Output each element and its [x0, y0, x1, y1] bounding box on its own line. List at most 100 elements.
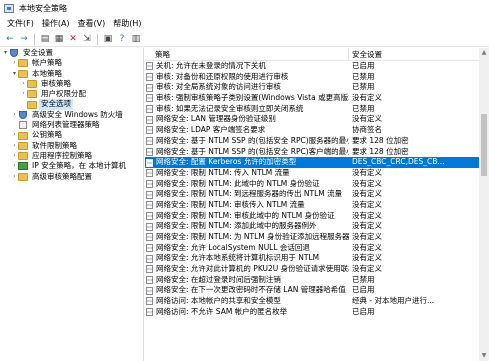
- column-header-setting[interactable]: 安全设置: [349, 48, 489, 60]
- tree-item[interactable]: › 审核策略: [0, 79, 143, 89]
- tree-item[interactable]: 网络列表管理器策略: [0, 120, 143, 130]
- policy-setting: 没有定义: [352, 189, 382, 199]
- policy-name-cell: 网络安全: 允许本地系统将计算机标识用于 NTLM: [145, 253, 349, 264]
- expand-arrow-icon[interactable]: ▾: [2, 48, 9, 58]
- tree-item-label: 安全设置: [23, 48, 53, 57]
- policy-setting: 没有定义: [352, 221, 382, 231]
- policy-row[interactable]: 审核: 强制审核策略子类别设置(Windows Vista 或更高版本)... 没…: [145, 93, 479, 104]
- menu-help[interactable]: 帮助(H): [109, 17, 145, 31]
- policy-row[interactable]: 审核: 如果无法记录安全审核则立即关闭系统 已禁用: [145, 104, 479, 115]
- tree-item[interactable]: ▾ 本地策略: [0, 69, 143, 79]
- policy-row[interactable]: 网络安全: 允许本地系统将计算机标识用于 NTLM 没有定义: [145, 253, 479, 264]
- menu-view[interactable]: 查看(V): [74, 17, 110, 31]
- export-list-button[interactable]: ⇲: [80, 33, 94, 46]
- expand-arrow-icon[interactable]: ›: [20, 79, 27, 89]
- policy-name-cell: 网络安全: 限制 NTLM: 到远程服务器的传出 NTLM 流量: [145, 189, 349, 200]
- policy-row[interactable]: 审核: 对全局系统对象的访问进行审核 已禁用: [145, 82, 479, 93]
- expand-arrow-icon[interactable]: ›: [11, 58, 18, 68]
- delete-button[interactable]: ✕: [66, 33, 80, 46]
- policy-name: 网络安全: 限制 NTLM: 此域中的 NTLM 身份验证: [156, 178, 320, 188]
- tree-item[interactable]: › 软件限制策略: [0, 141, 143, 151]
- policy-row[interactable]: 网络安全: 限制 NTLM: 此域中的 NTLM 身份验证 没有定义: [145, 179, 479, 190]
- show-tree-button[interactable]: ▦: [52, 33, 66, 46]
- folder-icon: [27, 90, 37, 99]
- scroll-down-arrow-icon[interactable]: ▼: [479, 351, 489, 361]
- policy-row[interactable]: 网络安全: LAN 管理器身份验证级别 没有定义: [145, 114, 479, 125]
- expand-arrow-icon[interactable]: ›: [11, 161, 18, 171]
- scrollbar-thumb[interactable]: [481, 114, 487, 176]
- policy-setting: 已启用: [352, 285, 375, 295]
- policy-icon: [146, 308, 153, 317]
- folder-icon: [18, 152, 28, 161]
- tree-item[interactable]: › IP 安全策略，在 本地计算机: [0, 161, 143, 171]
- policy-icon: [146, 222, 153, 231]
- tree-item[interactable]: › 帐户策略: [0, 58, 143, 68]
- shield-icon: [10, 49, 18, 58]
- expand-arrow-icon[interactable]: ›: [11, 130, 18, 140]
- tree-item[interactable]: 安全选项: [0, 99, 143, 110]
- toolbar-separator: [34, 33, 35, 45]
- policy-row[interactable]: 网络安全: 基于 NTLM SSP 的(包括安全 RPC)客户端的最小... 要求…: [145, 147, 479, 158]
- policy-name: 网络安全: 限制 NTLM: 审核传入 NTLM 流量: [156, 199, 305, 209]
- policy-name-cell: 网络安全: 限制 NTLM: 审核此域中的 NTLM 身份验证: [145, 211, 349, 222]
- tree-item[interactable]: › 高级审核策略配置: [0, 172, 143, 182]
- expand-arrow-icon[interactable]: ›: [11, 141, 18, 151]
- folder-icon: [18, 131, 28, 140]
- menu-action[interactable]: 操作(A): [38, 17, 74, 31]
- policy-row[interactable]: 网络安全: 允许对此计算机的 PKU2U 身份验证请求使用联机... 没有定义: [145, 264, 479, 275]
- view-button[interactable]: ▥: [129, 33, 143, 46]
- tree-item-label: 高级审核策略配置: [32, 171, 92, 181]
- folder-icon: [18, 59, 28, 68]
- policy-row[interactable]: 网络安全: 在超过登录时间后强制注销 已禁用: [145, 275, 479, 286]
- policy-row[interactable]: 审核: 对备份和还原权限的使用进行审核 已禁用: [145, 72, 479, 83]
- policy-icon: [146, 169, 153, 178]
- policy-setting: 已禁用: [352, 274, 375, 284]
- expand-arrow-icon[interactable]: ›: [11, 110, 18, 120]
- policy-row[interactable]: 网络安全: LDAP 客户端签名要求 协商签名: [145, 125, 479, 136]
- policy-setting: 没有定义: [352, 167, 382, 177]
- policy-row[interactable]: 网络安全: 允许 LocalSystem NULL 会话回退 没有定义: [145, 243, 479, 254]
- expand-arrow-icon[interactable]: ›: [20, 89, 27, 99]
- policy-row[interactable]: 网络安全: 限制 NTLM: 添加此域中的服务器例外 没有定义: [145, 221, 479, 232]
- up-folder-button[interactable]: ▤: [38, 33, 52, 46]
- policy-name-cell: 网络安全: 在下一次更改密码时不存储 LAN 管理器哈希值: [145, 285, 349, 296]
- column-header-policy[interactable]: 策略: [145, 48, 349, 60]
- policy-row[interactable]: 网络安全: 配置 Kerberos 允许的加密类型 DES_CBC_CRC,DES…: [145, 157, 479, 168]
- expand-arrow-icon[interactable]: ›: [11, 151, 18, 161]
- policy-row[interactable]: 网络安全: 限制 NTLM: 为 NTLM 身份验证添加远程服务器... 没有定义: [145, 232, 479, 243]
- scroll-up-arrow-icon[interactable]: ▲: [479, 48, 489, 58]
- policy-setting: DES_CBC_CRC,DES_CB...: [352, 157, 445, 167]
- vertical-scrollbar[interactable]: ▲ ▼: [479, 48, 489, 361]
- tree-item[interactable]: › 用户权限分配: [0, 89, 143, 99]
- tree-item-label: 软件限制策略: [32, 140, 77, 150]
- policy-name: 审核: 如果无法记录安全审核则立即关闭系统: [156, 103, 304, 113]
- tree-item[interactable]: › 公钥策略: [0, 130, 143, 140]
- policy-name: 网络访问: 不允许 SAM 帐户的匿名枚举: [156, 306, 288, 316]
- help-button[interactable]: ?: [115, 33, 129, 46]
- policy-icon: [146, 211, 153, 220]
- policy-row[interactable]: 网络安全: 限制 NTLM: 到远程服务器的传出 NTLM 流量 没有定义: [145, 189, 479, 200]
- policy-row[interactable]: 网络访问: 不允许 SAM 帐户的匿名枚举 已启用: [145, 307, 479, 318]
- menu-file[interactable]: 文件(F): [3, 17, 38, 31]
- tree-item[interactable]: › 应用程序控制策略: [0, 151, 143, 161]
- properties-button[interactable]: ▣: [101, 33, 115, 46]
- policy-name-cell: 网络安全: 允许 LocalSystem NULL 会话回退: [145, 243, 349, 254]
- back-button[interactable]: ←: [3, 33, 17, 46]
- policy-row[interactable]: 网络安全: 基于 NTLM SSP 的(包括安全 RPC)服务器的最小... 要求…: [145, 136, 479, 147]
- policy-name-cell: 审核: 强制审核策略子类别设置(Windows Vista 或更高版本)...: [145, 93, 349, 104]
- expand-arrow-icon[interactable]: ›: [11, 172, 18, 182]
- tree-item[interactable]: › 高级安全 Windows 防火墙: [0, 110, 143, 120]
- forward-button[interactable]: →: [17, 33, 31, 46]
- policy-setting: 没有定义: [352, 232, 382, 241]
- policy-row[interactable]: 网络安全: 限制 NTLM: 审核传入 NTLM 流量 没有定义: [145, 200, 479, 211]
- policy-row[interactable]: 网络安全: 限制 NTLM: 传入 NTLM 流量 没有定义: [145, 168, 479, 179]
- tree-item[interactable]: ▾ 安全设置: [0, 48, 143, 58]
- policy-row[interactable]: 网络安全: 在下一次更改密码时不存储 LAN 管理器哈希值 已启用: [145, 285, 479, 296]
- policy-row[interactable]: 网络安全: 限制 NTLM: 审核此域中的 NTLM 身份验证 没有定义: [145, 211, 479, 222]
- policy-setting: 经典 - 对本地用户进行...: [352, 296, 435, 306]
- policy-row[interactable]: 网络访问: 本地帐户的共享和安全模型 经典 - 对本地用户进行...: [145, 296, 479, 307]
- title-bar: 本地安全策略: [0, 0, 489, 16]
- expand-arrow-icon[interactable]: ▾: [11, 69, 18, 79]
- policy-row[interactable]: 关机: 允许在未登录的情况下关机 已启用: [145, 61, 479, 72]
- policy-name: 网络安全: 基于 NTLM SSP 的(包括安全 RPC)客户端的最小...: [156, 146, 349, 156]
